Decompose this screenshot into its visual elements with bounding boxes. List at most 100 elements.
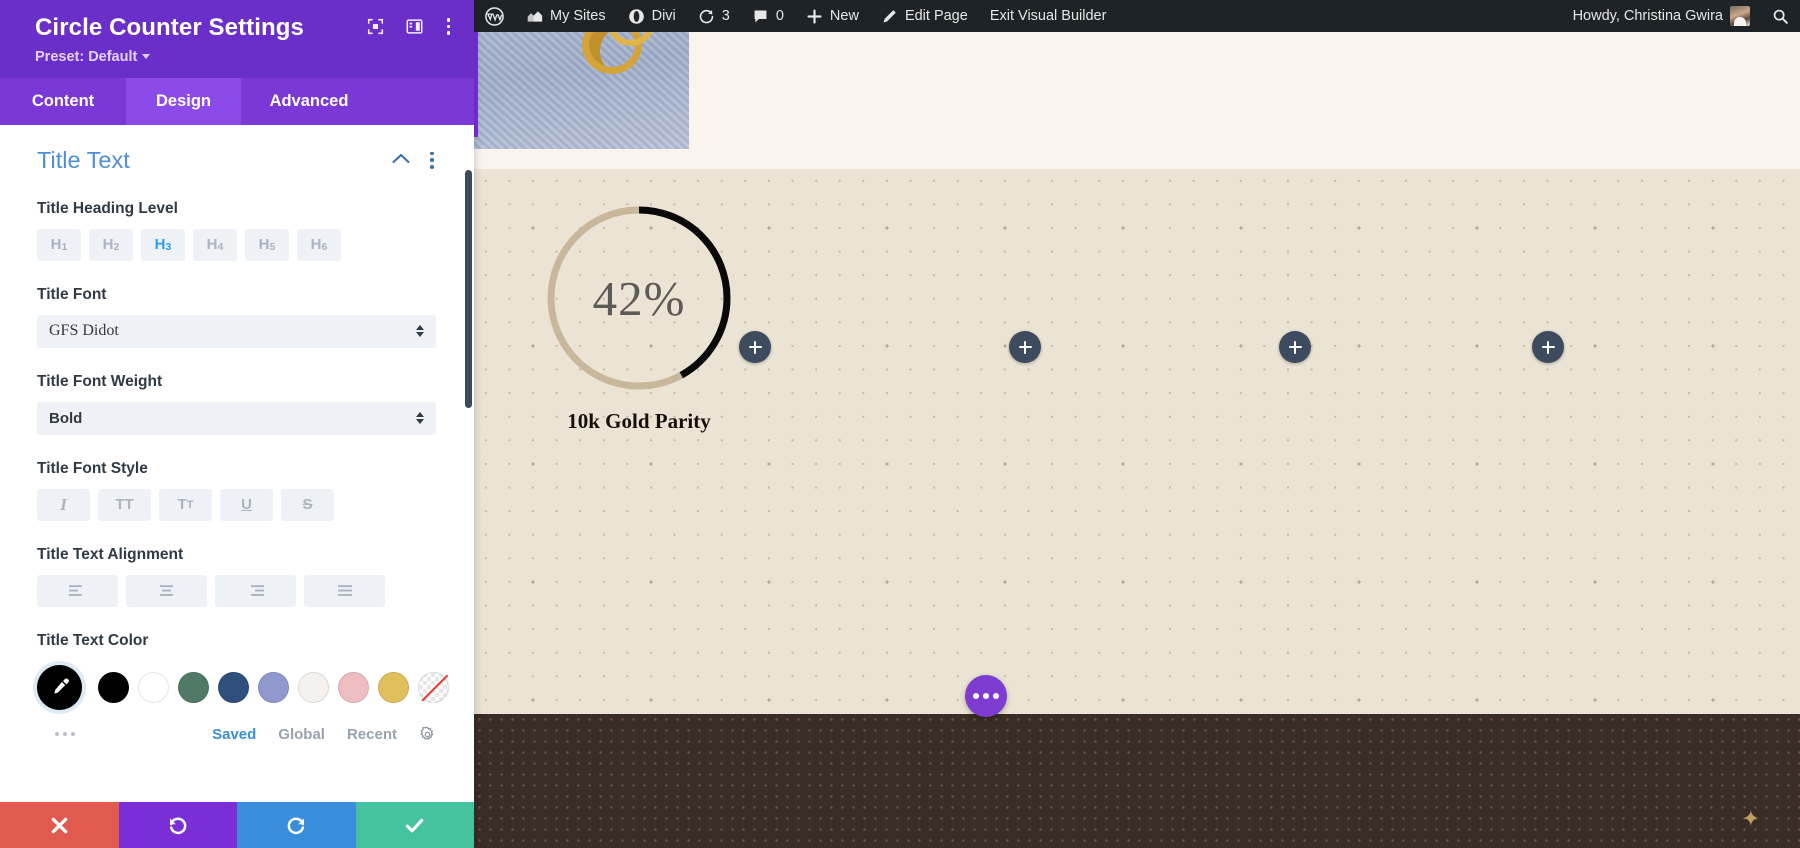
adminbar-new-label: New	[829, 8, 859, 24]
title-font-select[interactable]: GFS Didot	[37, 314, 436, 348]
swatch-pink[interactable]	[338, 671, 369, 703]
label-title-text-color: Title Text Color	[37, 631, 149, 649]
swatch-white[interactable]	[138, 671, 169, 703]
heading-level-h4[interactable]: H4	[193, 228, 237, 261]
font-style-underline-icon[interactable]: U	[220, 488, 273, 521]
spinner-icon	[416, 412, 424, 425]
align-center-icon[interactable]	[126, 574, 207, 607]
settings-panel-header: Circle Counter Settings Preset: Default	[0, 0, 474, 78]
tab-content[interactable]: Content	[0, 78, 126, 125]
circle-counter-module[interactable]: 42% 10k Gold Parity	[499, 198, 779, 434]
dot-2	[983, 693, 989, 699]
swatch-transparent[interactable]	[418, 671, 449, 703]
color-tab-saved[interactable]: Saved	[212, 726, 256, 743]
undo-button[interactable]	[118, 802, 237, 848]
adminbar-new[interactable]: New	[795, 0, 870, 32]
spinner-down	[416, 332, 424, 338]
label-title-font-weight: Title Font Weight	[37, 372, 163, 390]
adminbar-my-sites[interactable]: My Sites	[515, 0, 617, 32]
adminbar-search[interactable]	[1761, 0, 1800, 32]
ellipsis-dot-1	[55, 732, 59, 737]
align-right-icon[interactable]	[215, 574, 296, 607]
adminbar-divi[interactable]: Divi	[617, 0, 687, 32]
tab-design[interactable]: Design	[126, 77, 241, 125]
cancel-button[interactable]	[0, 802, 119, 848]
section-more-icon[interactable]	[428, 150, 436, 171]
label-title-font: Title Font	[37, 285, 107, 303]
swatch-navy[interactable]	[218, 671, 249, 703]
font-style-options: I TT TT U S	[37, 488, 436, 521]
color-swatch-row	[37, 664, 449, 710]
swatch-black[interactable]	[98, 671, 129, 703]
dot-3	[993, 693, 999, 699]
settings-tabs: Content Design Advanced	[0, 77, 474, 125]
ellipsis-icon[interactable]	[53, 728, 77, 740]
page-settings-button[interactable]	[965, 675, 1007, 717]
font-style-italic-icon[interactable]: I	[37, 488, 90, 521]
align-left-icon[interactable]	[37, 574, 118, 607]
plus-icon	[806, 8, 823, 25]
focus-icon[interactable]	[367, 18, 384, 35]
dotted-pattern-section: 42% 10k Gold Parity	[474, 169, 1800, 714]
eyedropper-icon[interactable]	[37, 664, 82, 710]
redo-button[interactable]	[237, 802, 356, 848]
heading-level-h1[interactable]: H1	[37, 228, 81, 261]
color-tab-global[interactable]: Global	[278, 726, 325, 743]
footer-section: ✦	[474, 714, 1800, 848]
color-swatch-footer: Saved Global Recent	[37, 726, 436, 743]
heading-level-h3[interactable]: H3	[141, 228, 185, 261]
preset-selector[interactable]: Preset: Default	[35, 49, 151, 65]
swatch-green[interactable]	[178, 671, 209, 703]
heading-level-h5[interactable]: H5	[245, 228, 289, 261]
spinner-icon	[416, 325, 424, 338]
field-title-font-weight: Title Font Weight Bold	[37, 373, 436, 435]
add-module-button-2[interactable]	[1009, 331, 1041, 363]
color-tab-recent[interactable]: Recent	[347, 726, 397, 743]
ellipsis-dot-2	[63, 732, 67, 737]
circle-counter-ring: 42%	[539, 198, 739, 398]
adminbar-exit-visual-builder[interactable]: Exit Visual Builder	[979, 0, 1118, 32]
chevron-down-icon	[142, 54, 151, 60]
field-title-font: Title Font GFS Didot	[37, 286, 436, 348]
panel-more-icon[interactable]	[445, 16, 453, 37]
adminbar-howdy-label: Howdy, Christina Gwira	[1572, 8, 1723, 24]
adminbar-my-account[interactable]: Howdy, Christina Gwira	[1562, 0, 1761, 32]
heading-level-h6[interactable]: H6	[297, 228, 341, 261]
settings-action-bar	[0, 802, 474, 848]
comment-icon	[752, 8, 769, 25]
dot-1	[973, 693, 979, 699]
wordpress-icon	[485, 6, 504, 26]
adminbar-comments[interactable]: 0	[741, 0, 795, 32]
font-style-uppercase-icon[interactable]: TT	[98, 488, 151, 521]
layout-icon[interactable]	[406, 18, 423, 35]
add-module-button-4[interactable]	[1532, 331, 1564, 363]
ellipsis-dot-3	[71, 732, 75, 737]
font-style-smallcaps-icon[interactable]: TT	[159, 488, 212, 521]
adminbar-updates[interactable]: 3	[687, 0, 741, 32]
builder-screen: My Sites Divi 3 0 New Edit Page Exit Vis…	[0, 0, 1800, 848]
adminbar-my-sites-label: My Sites	[550, 8, 606, 24]
align-justify-icon[interactable]	[304, 574, 385, 607]
font-style-strikethrough-icon[interactable]: S	[281, 488, 334, 521]
swatch-off-white[interactable]	[298, 671, 329, 703]
gear-icon[interactable]	[419, 726, 436, 743]
tab-advanced[interactable]: Advanced	[241, 78, 377, 125]
label-title-heading-level: Title Heading Level	[37, 199, 178, 217]
swatch-periwinkle[interactable]	[258, 671, 289, 703]
wp-admin-bar: My Sites Divi 3 0 New Edit Page Exit Vis…	[474, 0, 1800, 32]
kebab-dot-3	[446, 31, 450, 35]
add-module-button-3[interactable]	[1279, 331, 1311, 363]
chevron-up-icon[interactable]	[392, 151, 410, 169]
add-module-button-1[interactable]	[739, 331, 771, 363]
title-font-weight-select[interactable]: Bold	[37, 401, 436, 435]
field-title-text-alignment: Title Text Alignment	[37, 546, 436, 607]
adminbar-wordpress-logo[interactable]	[474, 0, 515, 32]
swatch-gold[interactable]	[378, 671, 409, 703]
save-button[interactable]	[355, 802, 474, 848]
field-title-heading-level: Title Heading Level H1 H2 H3 H4 H5 H6	[37, 200, 436, 261]
circle-counter-percent: 42%	[592, 270, 686, 326]
heading-level-h2[interactable]: H2	[89, 228, 133, 261]
builder-canvas: 42% 10k Gold Parity ✦	[474, 32, 1800, 848]
adminbar-edit-page[interactable]: Edit Page	[870, 0, 979, 32]
divi-icon	[628, 8, 645, 25]
